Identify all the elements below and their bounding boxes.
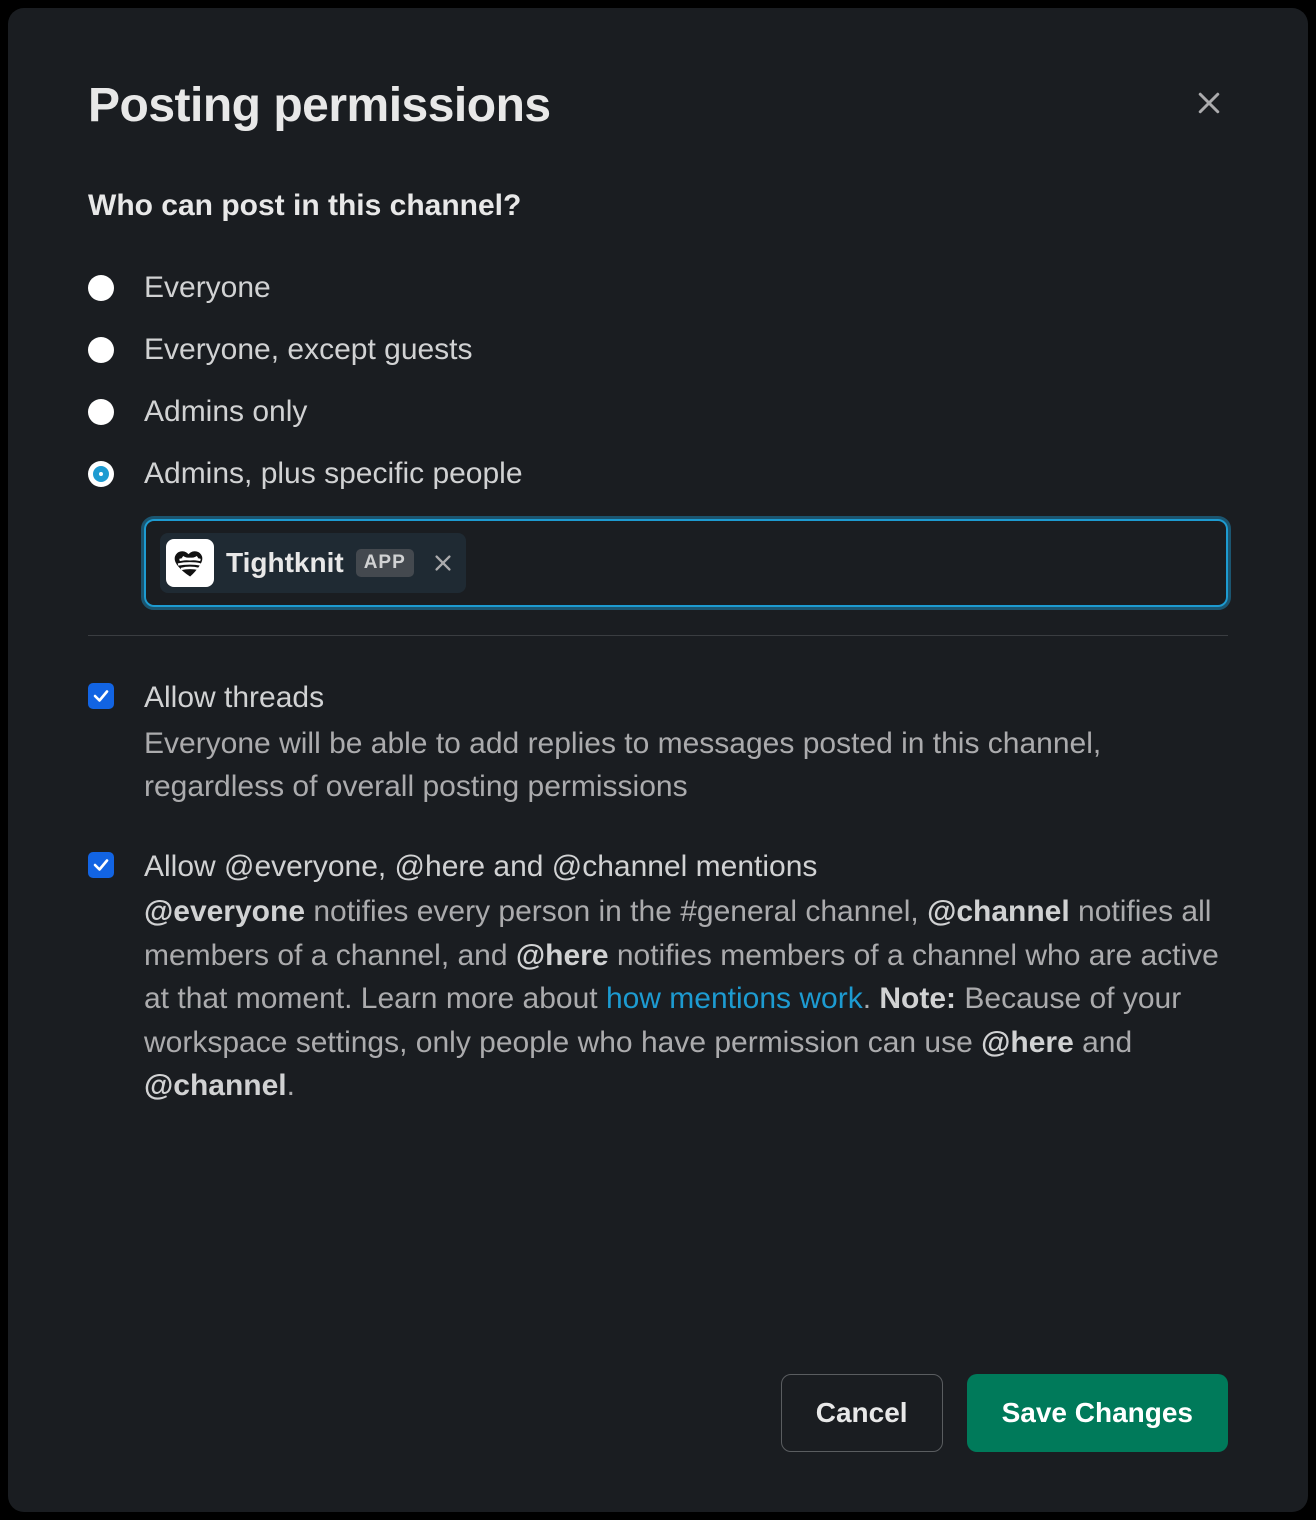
section-heading: Who can post in this channel? <box>88 189 1228 223</box>
radio-input[interactable] <box>88 461 114 487</box>
chip-name: Tightknit <box>226 547 344 579</box>
heart-yarn-icon <box>166 539 214 587</box>
modal-title: Posting permissions <box>88 78 551 133</box>
who-can-post-radio-group: Everyone Everyone, except guests Admins … <box>88 271 1228 607</box>
specific-people-field-wrap: Tightknit APP <box>144 519 1228 607</box>
person-chip-tightknit: Tightknit APP <box>160 533 466 593</box>
cancel-button[interactable]: Cancel <box>781 1374 943 1452</box>
radio-input[interactable] <box>88 337 114 363</box>
radio-option-everyone[interactable]: Everyone <box>88 271 1228 305</box>
radio-input[interactable] <box>88 399 114 425</box>
allow-threads-title: Allow threads <box>144 676 1228 720</box>
radio-input[interactable] <box>88 275 114 301</box>
specific-people-input[interactable]: Tightknit APP <box>144 519 1228 607</box>
allow-mentions-option: Allow @everyone, @here and @channel ment… <box>88 845 1228 1108</box>
mention-channel: @channel <box>927 895 1070 928</box>
app-badge: APP <box>356 549 414 577</box>
radio-label: Admins, plus specific people <box>144 457 523 491</box>
remove-chip-icon[interactable] <box>432 552 454 574</box>
allow-threads-content: Allow threads Everyone will be able to a… <box>144 676 1228 809</box>
allow-mentions-title: Allow @everyone, @here and @channel ment… <box>144 845 1228 889</box>
allow-threads-option: Allow threads Everyone will be able to a… <box>88 676 1228 809</box>
allow-mentions-content: Allow @everyone, @here and @channel ment… <box>144 845 1228 1108</box>
close-icon[interactable] <box>1190 84 1228 122</box>
allow-mentions-desc: @everyone notifies every person in the #… <box>144 890 1228 1108</box>
radio-label: Admins only <box>144 395 307 429</box>
mention-here: @here <box>516 939 609 972</box>
modal-footer: Cancel Save Changes <box>781 1374 1228 1452</box>
mention-everyone: @everyone <box>144 895 305 928</box>
allow-mentions-checkbox[interactable] <box>88 852 114 878</box>
save-changes-button[interactable]: Save Changes <box>967 1374 1228 1452</box>
radio-option-admins-plus[interactable]: Admins, plus specific people <box>88 457 1228 491</box>
radio-option-admins-only[interactable]: Admins only <box>88 395 1228 429</box>
radio-option-everyone-except-guests[interactable]: Everyone, except guests <box>88 333 1228 367</box>
divider <box>88 635 1228 636</box>
note-label: Note: <box>879 982 956 1015</box>
mention-here-2: @here <box>981 1026 1074 1059</box>
mention-channel-2: @channel <box>144 1069 287 1102</box>
radio-label: Everyone <box>144 271 271 305</box>
allow-threads-desc: Everyone will be able to add replies to … <box>144 722 1228 809</box>
posting-permissions-modal: Posting permissions Who can post in this… <box>8 8 1308 1512</box>
how-mentions-work-link[interactable]: how mentions work <box>606 982 863 1015</box>
modal-header: Posting permissions <box>88 78 1228 133</box>
allow-threads-checkbox[interactable] <box>88 683 114 709</box>
radio-label: Everyone, except guests <box>144 333 473 367</box>
